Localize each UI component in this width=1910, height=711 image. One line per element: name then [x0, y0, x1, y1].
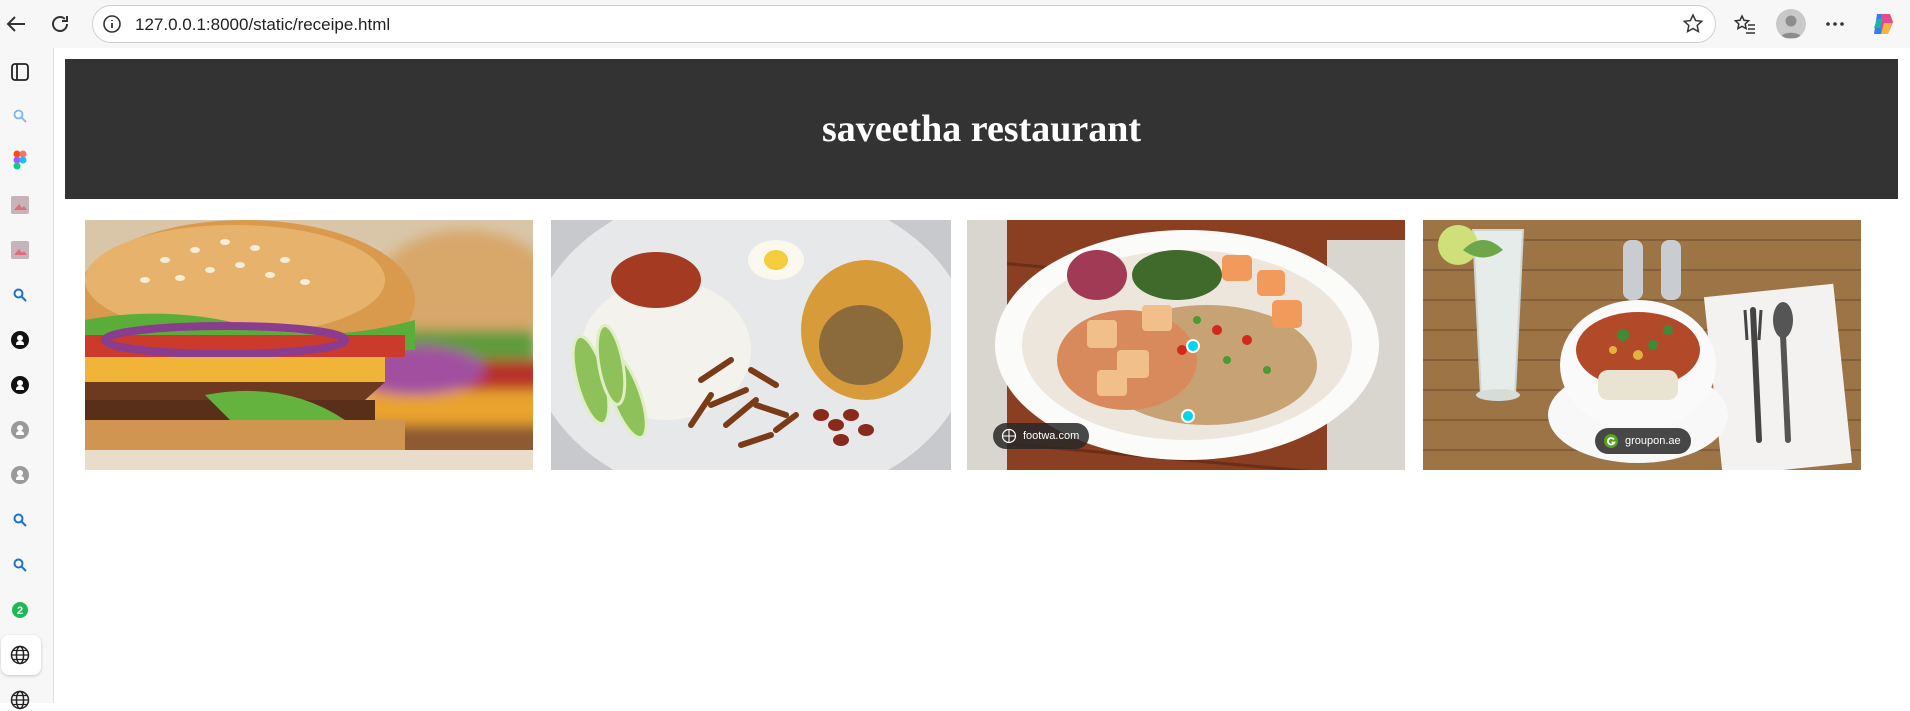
address-bar[interactable]: 127.0.0.1:8000/static/receipe.html: [92, 5, 1716, 43]
search-icon[interactable]: [9, 509, 31, 531]
refresh-button[interactable]: [44, 8, 76, 40]
food-photo-rice-plate[interactable]: footwa.com: [967, 220, 1405, 470]
refresh-icon: [52, 16, 68, 32]
globe-icon: [1001, 428, 1017, 444]
image-source-chip[interactable]: groupon.ae: [1595, 428, 1691, 454]
github-icon[interactable]: [9, 464, 31, 486]
image-source-chip[interactable]: footwa.com: [993, 423, 1090, 449]
visual-search-dot[interactable]: [1186, 339, 1200, 353]
favorites-list-icon: [1733, 14, 1755, 34]
favorite-star-icon[interactable]: [1681, 12, 1705, 36]
food-photo-soup-bowl[interactable]: groupon.ae: [1423, 220, 1861, 470]
back-arrow-icon: [6, 16, 25, 32]
search-icon[interactable]: [9, 554, 31, 576]
badge-count: 2: [17, 605, 23, 617]
info-icon[interactable]: [101, 13, 123, 35]
url-text[interactable]: 127.0.0.1:8000/static/receipe.html: [135, 15, 390, 35]
person-icon: [1780, 15, 1802, 38]
profile-avatar[interactable]: [1776, 9, 1806, 39]
groupon-logo-icon: [1604, 434, 1618, 448]
web-page: saveetha restaurant footwa.com groupon.a…: [55, 48, 1910, 703]
site-header: saveetha restaurant: [65, 59, 1898, 199]
copilot-button[interactable]: [1868, 9, 1898, 39]
tab-actions-icon[interactable]: [9, 61, 31, 83]
copilot-icon: [1874, 14, 1893, 34]
food-photo-nasi-lemak[interactable]: [551, 220, 951, 470]
food-photo-burger[interactable]: [85, 220, 533, 470]
image-bookmark-icon[interactable]: [9, 239, 31, 261]
page-title: saveetha restaurant: [821, 108, 1142, 150]
github-icon[interactable]: [9, 374, 31, 396]
image-source-label: groupon.ae: [1625, 435, 1681, 447]
favorites-button[interactable]: [1730, 9, 1760, 39]
image-source-label: footwa.com: [1023, 430, 1080, 442]
figma-icon[interactable]: [9, 149, 31, 171]
globe-icon[interactable]: [9, 644, 31, 666]
globe-icon[interactable]: [9, 689, 31, 711]
notification-badge-icon[interactable]: 2: [9, 599, 31, 621]
back-button[interactable]: [0, 8, 32, 40]
search-icon[interactable]: [9, 105, 31, 127]
more-menu-button[interactable]: [1820, 9, 1850, 39]
visual-search-dot[interactable]: [1181, 409, 1195, 423]
github-icon[interactable]: [9, 419, 31, 441]
browser-sidebar: 2: [0, 48, 54, 710]
search-icon[interactable]: [9, 284, 31, 306]
github-icon[interactable]: [9, 329, 31, 351]
ellipsis-icon: [1826, 22, 1844, 26]
image-bookmark-icon[interactable]: [9, 194, 31, 216]
browser-toolbar: 127.0.0.1:8000/static/receipe.html: [0, 0, 1910, 48]
